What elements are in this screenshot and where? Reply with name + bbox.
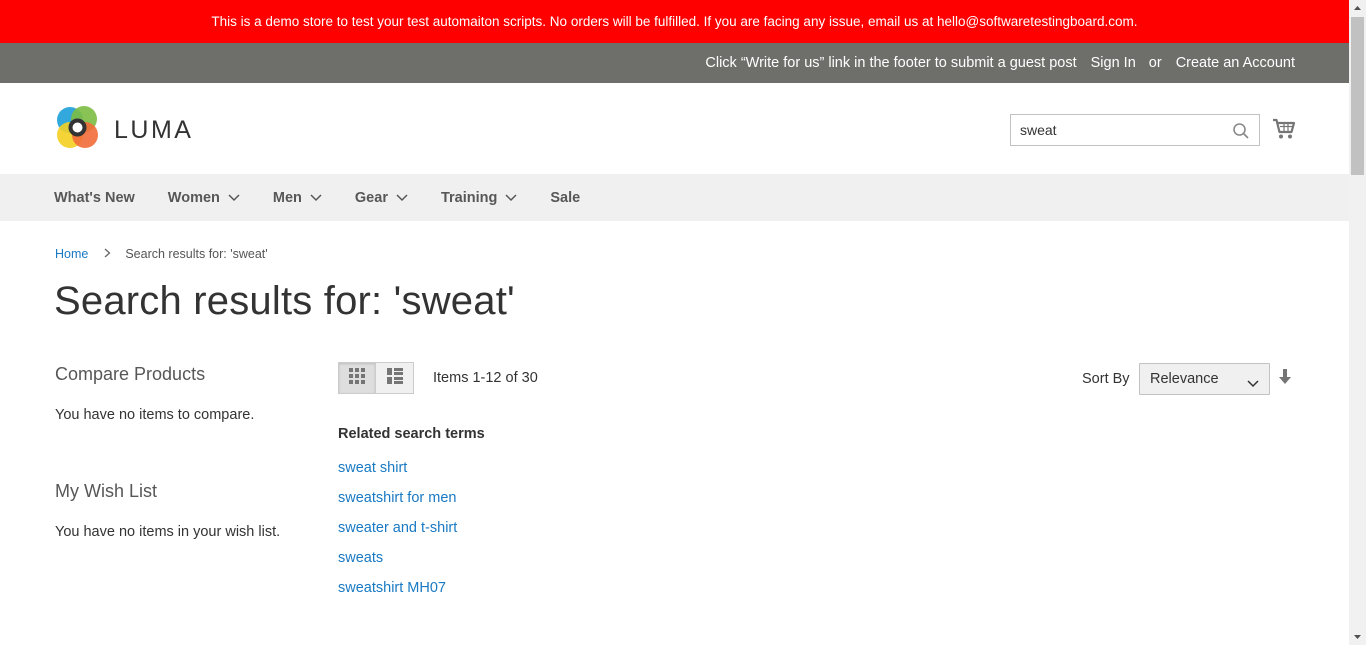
nav-item-gear[interactable]: Gear (355, 190, 408, 206)
compare-products-title: Compare Products (55, 364, 206, 384)
search-box (1010, 114, 1260, 146)
main-navigation: What's New Women Men Gear Training Sale (0, 174, 1349, 221)
header-panel: Click “Write for us” link in the footer … (0, 43, 1349, 83)
or-separator: or (1148, 55, 1162, 71)
list-icon (386, 367, 403, 389)
wish-list-empty: You have no items in your wish list. (55, 524, 281, 540)
related-search-terms-title: Related search terms (338, 426, 485, 442)
scrollbar-thumb[interactable] (1351, 17, 1364, 175)
products-toolbar: Items 1-12 of 30 Sort By Relevance (338, 362, 1296, 396)
wish-list-title: My Wish List (55, 481, 158, 501)
nav-item-training[interactable]: Training (441, 190, 517, 206)
search-icon[interactable] (1232, 122, 1250, 145)
related-term-link[interactable]: sweatshirt MH07 (338, 580, 446, 596)
list-item: sweat shirt (338, 453, 485, 483)
list-item: sweater and t-shirt (338, 513, 485, 543)
vertical-scrollbar[interactable] (1349, 0, 1366, 645)
list-mode-button[interactable] (376, 362, 414, 394)
scroll-up-arrow-icon[interactable] (1349, 0, 1366, 17)
nav-item-label: Men (272, 189, 302, 206)
breadcrumb-home-link[interactable]: Home (55, 247, 88, 261)
nav-item-label: Training (440, 189, 498, 206)
demo-notice-text: This is a demo store to test your test a… (211, 14, 1138, 29)
sort-by-value: Relevance (1150, 371, 1219, 387)
site-header: LUMA (0, 83, 1349, 174)
related-search-terms: Related search terms sweat shirt sweatsh… (338, 426, 485, 603)
cart-icon (1272, 118, 1296, 144)
view-mode-switcher (338, 362, 414, 394)
nav-item-women[interactable]: Women (168, 190, 240, 206)
chevron-down-icon (228, 190, 240, 206)
wish-list-block: My Wish List You have no items in your w… (55, 481, 305, 540)
nav-item-label: Sale (550, 189, 581, 206)
demo-notice-banner: This is a demo store to test your test a… (0, 0, 1349, 43)
nav-item-whats-new[interactable]: What's New (54, 190, 135, 206)
nav-item-sale[interactable]: Sale (550, 190, 580, 206)
sort-by-select[interactable]: Relevance (1139, 363, 1270, 395)
list-item: sweats (338, 543, 485, 573)
sort-by-label: Sort By (1082, 371, 1130, 387)
sign-in-link[interactable]: Sign In (1091, 55, 1136, 71)
scroll-down-arrow-icon[interactable] (1349, 628, 1366, 645)
chevron-down-icon (505, 190, 517, 206)
chevron-down-icon (396, 190, 408, 206)
logo[interactable]: LUMA (55, 105, 193, 155)
compare-products-block: Compare Products You have no items to co… (55, 364, 305, 423)
guest-post-notice: Click “Write for us” link in the footer … (705, 55, 1077, 71)
sidebar: Compare Products You have no items to co… (55, 364, 305, 540)
related-term-link[interactable]: sweater and t-shirt (338, 520, 457, 536)
sort-direction-button[interactable] (1279, 369, 1291, 390)
breadcrumb: Home Search results for: 'sweat' (55, 247, 268, 261)
chevron-right-icon (104, 247, 111, 261)
luma-logo-icon (55, 105, 100, 155)
list-item: sweatshirt MH07 (338, 573, 485, 603)
nav-item-label: Women (167, 189, 220, 206)
list-item: sweatshirt for men (338, 483, 485, 513)
page: This is a demo store to test your test a… (0, 0, 1349, 645)
toolbar-amount: Items 1-12 of 30 (433, 370, 538, 386)
compare-products-empty: You have no items to compare. (55, 407, 255, 423)
nav-item-men[interactable]: Men (273, 190, 322, 206)
related-terms-list: sweat shirt sweatshirt for men sweater a… (338, 453, 485, 603)
chevron-down-icon (1247, 376, 1259, 392)
chevron-down-icon (310, 190, 322, 206)
cart-button[interactable] (1272, 118, 1296, 145)
nav-item-label: What's New (54, 189, 135, 206)
nav-item-label: Gear (354, 189, 388, 206)
create-account-link[interactable]: Create an Account (1176, 55, 1295, 71)
grid-icon (349, 367, 365, 389)
related-term-link[interactable]: sweatshirt for men (338, 490, 456, 506)
breadcrumb-current: Search results for: 'sweat' (125, 247, 268, 261)
search-input[interactable] (1011, 115, 1221, 145)
page-title: Search results for: 'sweat' (54, 279, 515, 323)
arrow-down-icon (1279, 369, 1291, 389)
related-term-link[interactable]: sweats (338, 550, 383, 566)
logo-text: LUMA (114, 115, 194, 144)
related-term-link[interactable]: sweat shirt (338, 460, 407, 476)
grid-mode-button[interactable] (338, 362, 376, 394)
